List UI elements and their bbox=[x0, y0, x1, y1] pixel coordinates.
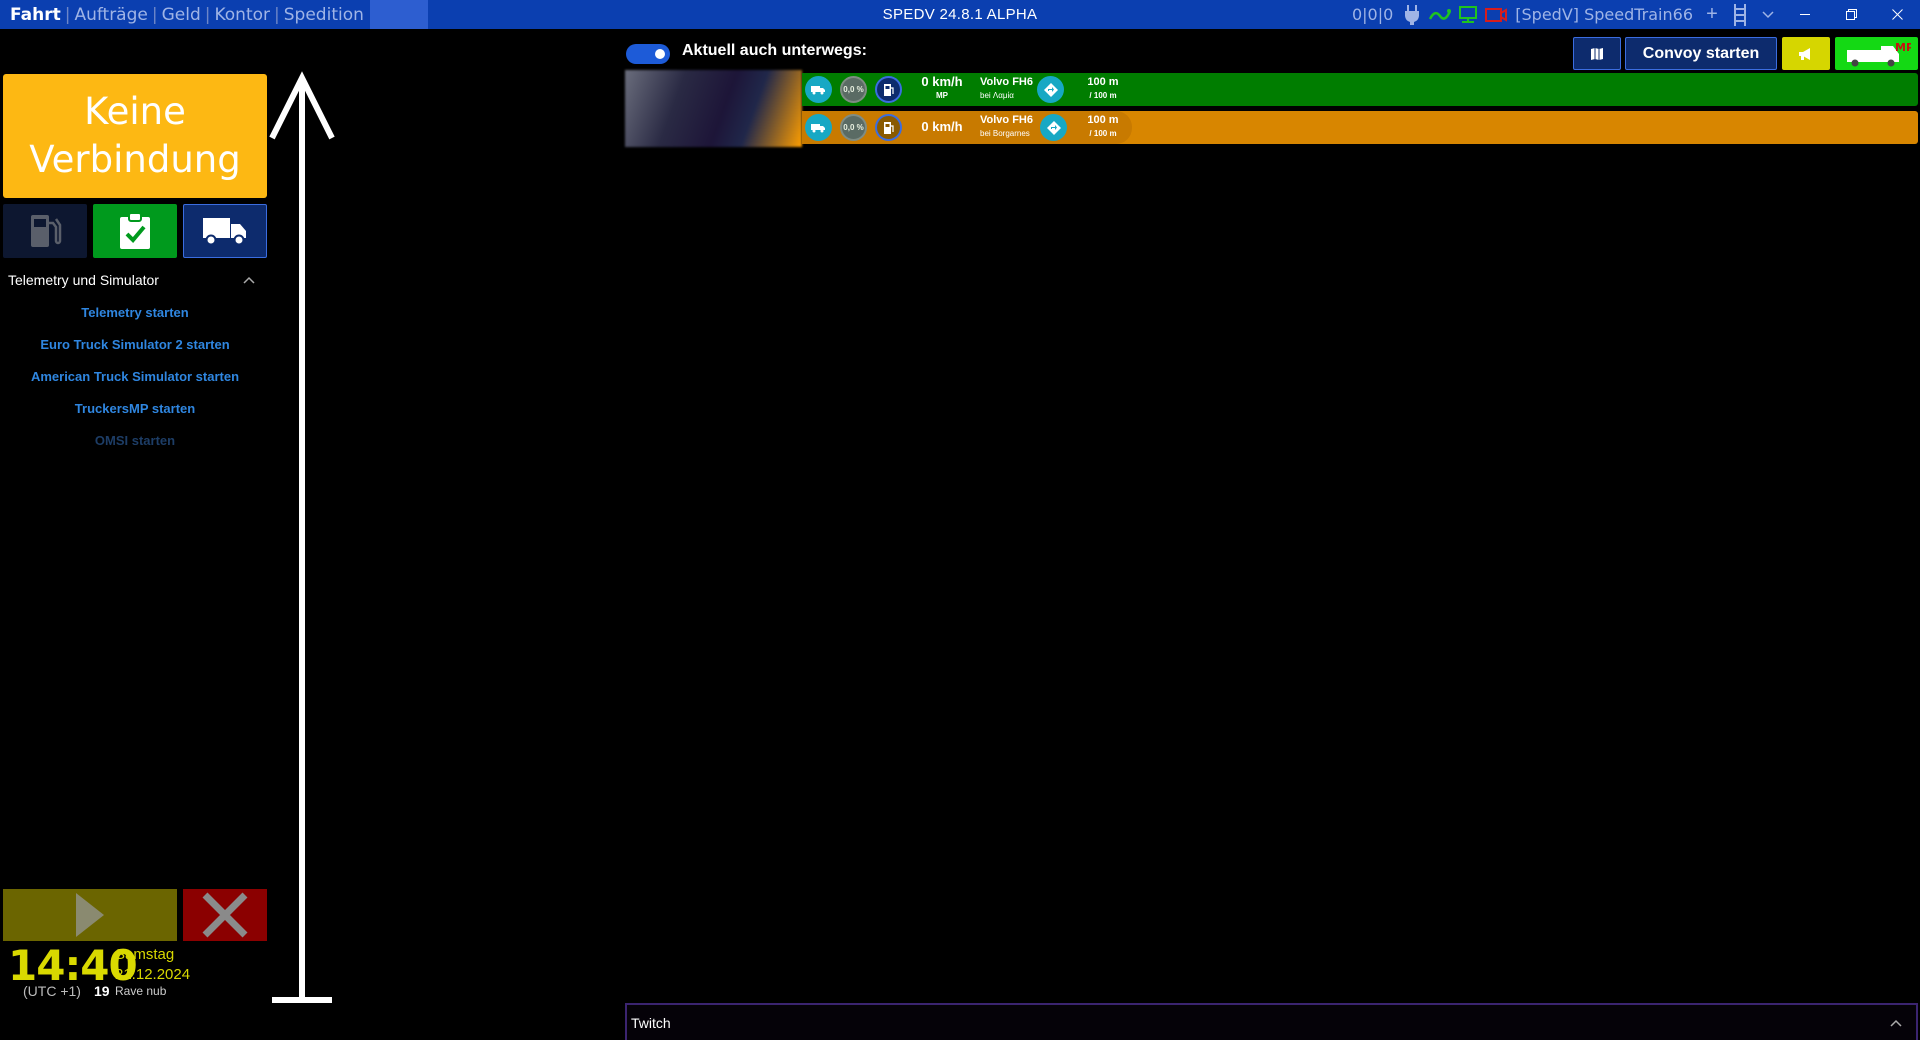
play-icon bbox=[76, 893, 104, 937]
speed-sub: MP bbox=[936, 91, 948, 100]
close-icon bbox=[202, 892, 248, 938]
speed-value: 0 km/h bbox=[921, 74, 963, 89]
map-icon bbox=[1591, 47, 1603, 60]
telemetry-section-header[interactable]: Telemetry und Simulator bbox=[8, 272, 263, 288]
truck-status-icon bbox=[805, 114, 832, 141]
nav-kontor[interactable]: Kontor bbox=[210, 5, 274, 25]
driver-speed: 0 km/h bbox=[917, 120, 967, 134]
twitch-title: Twitch bbox=[631, 1014, 671, 1031]
announce-button[interactable] bbox=[1782, 37, 1830, 70]
distance-total: / 100 m bbox=[1089, 129, 1117, 138]
truck-location: bei Λαμία bbox=[980, 91, 1014, 100]
fuel-pump-icon bbox=[31, 215, 62, 247]
stream-offline-icon[interactable] bbox=[1485, 4, 1508, 26]
damage-percent: 0,0 % bbox=[840, 76, 867, 103]
job-counter: 0|0|0 bbox=[1351, 5, 1394, 24]
close-button[interactable] bbox=[1874, 0, 1920, 29]
truck-model: Volvo FH6 bbox=[980, 76, 1033, 88]
user-name[interactable]: [SpedV] SpeedTrain66 bbox=[1515, 5, 1693, 24]
truckersmp-logo-icon: MP bbox=[1846, 41, 1911, 66]
distance-value: 100 m bbox=[1087, 114, 1119, 126]
online-count: 19 bbox=[94, 983, 110, 999]
restore-button[interactable] bbox=[1828, 0, 1874, 29]
truck-status-icon bbox=[805, 76, 832, 103]
map-button[interactable] bbox=[1573, 37, 1621, 70]
driver-truck: Volvo FH6 bei Λαμία bbox=[980, 76, 1033, 102]
twitch-panel[interactable]: Twitch bbox=[625, 1003, 1918, 1040]
ets2-start-link[interactable]: Euro Truck Simulator 2 starten bbox=[0, 337, 270, 352]
driver-speed: 0 km/h MP bbox=[917, 75, 967, 103]
distance-value: 100 m bbox=[1087, 76, 1119, 88]
plug-icon[interactable] bbox=[1401, 4, 1423, 26]
damage-percent: 0,0 % bbox=[840, 114, 867, 141]
navigation-icon bbox=[1037, 76, 1064, 103]
driver-row[interactable]: 0,0 % 0 km/h Volvo FH6 bei Borgarnes 100… bbox=[802, 111, 1918, 144]
driver-row[interactable]: 0,0 % 0 km/h MP Volvo FH6 bei Λαμία 100 … bbox=[802, 73, 1918, 106]
driver-distance: 100 m / 100 m bbox=[1077, 114, 1129, 140]
title-bar: Fahrt | Aufträge | Geld | Kontor | Spedi… bbox=[0, 0, 1920, 29]
nav-geld[interactable]: Geld bbox=[158, 5, 205, 25]
nav-spedition[interactable]: Spedition bbox=[280, 5, 368, 25]
truckersmp-button[interactable]: MP bbox=[1835, 37, 1918, 70]
connection-status: Keine Verbindung bbox=[3, 74, 267, 198]
driver-truck: Volvo FH6 bei Borgarnes bbox=[980, 114, 1033, 140]
sidebar: Keine Verbindung Telemetry und Simulator… bbox=[0, 29, 270, 1040]
fuel-icon bbox=[875, 114, 902, 141]
omsi-start-link: OMSI starten bbox=[94, 433, 176, 448]
chevron-up-icon[interactable] bbox=[243, 276, 255, 284]
driver-row-info: 0,0 % 0 km/h Volvo FH6 bei Borgarnes 100… bbox=[802, 111, 1132, 144]
truck-icon bbox=[203, 218, 246, 246]
navigation-icon bbox=[1040, 114, 1067, 141]
nav-auftraege[interactable]: Aufträge bbox=[70, 5, 151, 25]
clipboard-check-icon bbox=[120, 212, 150, 249]
user-nick: Rave nub bbox=[115, 984, 167, 998]
ladder-icon[interactable] bbox=[1729, 3, 1751, 26]
truck-button[interactable] bbox=[183, 204, 267, 258]
section-title: Telemetry und Simulator bbox=[8, 272, 159, 288]
truckersmp-start-link[interactable]: TruckersMP starten bbox=[0, 401, 270, 416]
tasks-button[interactable] bbox=[93, 204, 177, 258]
cancel-job-button[interactable] bbox=[183, 889, 267, 941]
monitor-icon[interactable] bbox=[1457, 4, 1479, 26]
convoy-start-button[interactable]: Convoy starten bbox=[1625, 37, 1777, 70]
clock-date: 21.12.2024 bbox=[115, 966, 191, 983]
telemetry-start-link[interactable]: Telemetry starten bbox=[0, 305, 270, 320]
driver-distance: 100 m / 100 m bbox=[1077, 76, 1129, 102]
driver-row-info: 0,0 % 0 km/h MP Volvo FH6 bei Λαμία 100 … bbox=[802, 73, 1132, 106]
truck-location: bei Borgarnes bbox=[980, 129, 1030, 138]
route-icon[interactable] bbox=[1429, 4, 1452, 26]
ats-start-link[interactable]: American Truck Simulator starten bbox=[0, 369, 270, 384]
stream-thumbnail[interactable] bbox=[625, 70, 802, 147]
clock-timezone: (UTC +1) bbox=[23, 983, 81, 999]
megaphone-icon bbox=[1799, 47, 1810, 60]
nav-hover-highlight bbox=[369, 0, 428, 29]
chevron-up-icon[interactable] bbox=[1890, 1019, 1902, 1027]
speed-value: 0 km/h bbox=[921, 119, 963, 134]
titlebar-status-area: 0|0|0 [SpedV] SpeedTrain66 + bbox=[1347, 0, 1920, 29]
fuel-icon bbox=[875, 76, 902, 103]
clock-weekday: Samstag bbox=[115, 946, 175, 963]
nav-fahrt[interactable]: Fahrt bbox=[6, 5, 65, 25]
main-nav: Fahrt | Aufträge | Geld | Kontor | Spedi… bbox=[0, 0, 428, 29]
start-job-button[interactable] bbox=[3, 889, 177, 941]
also-online-toggle[interactable] bbox=[626, 44, 670, 64]
refuel-button[interactable] bbox=[3, 204, 87, 258]
minimize-button[interactable] bbox=[1782, 0, 1828, 29]
up-arrow-annotation bbox=[269, 71, 335, 1003]
also-online-label: Aktuell auch unterwegs: bbox=[682, 42, 867, 59]
plus-icon[interactable]: + bbox=[1701, 3, 1723, 26]
distance-total: / 100 m bbox=[1089, 91, 1117, 100]
svg-text:MP: MP bbox=[1895, 41, 1911, 54]
chevron-down-icon[interactable] bbox=[1757, 4, 1779, 26]
truck-model: Volvo FH6 bbox=[980, 114, 1033, 126]
